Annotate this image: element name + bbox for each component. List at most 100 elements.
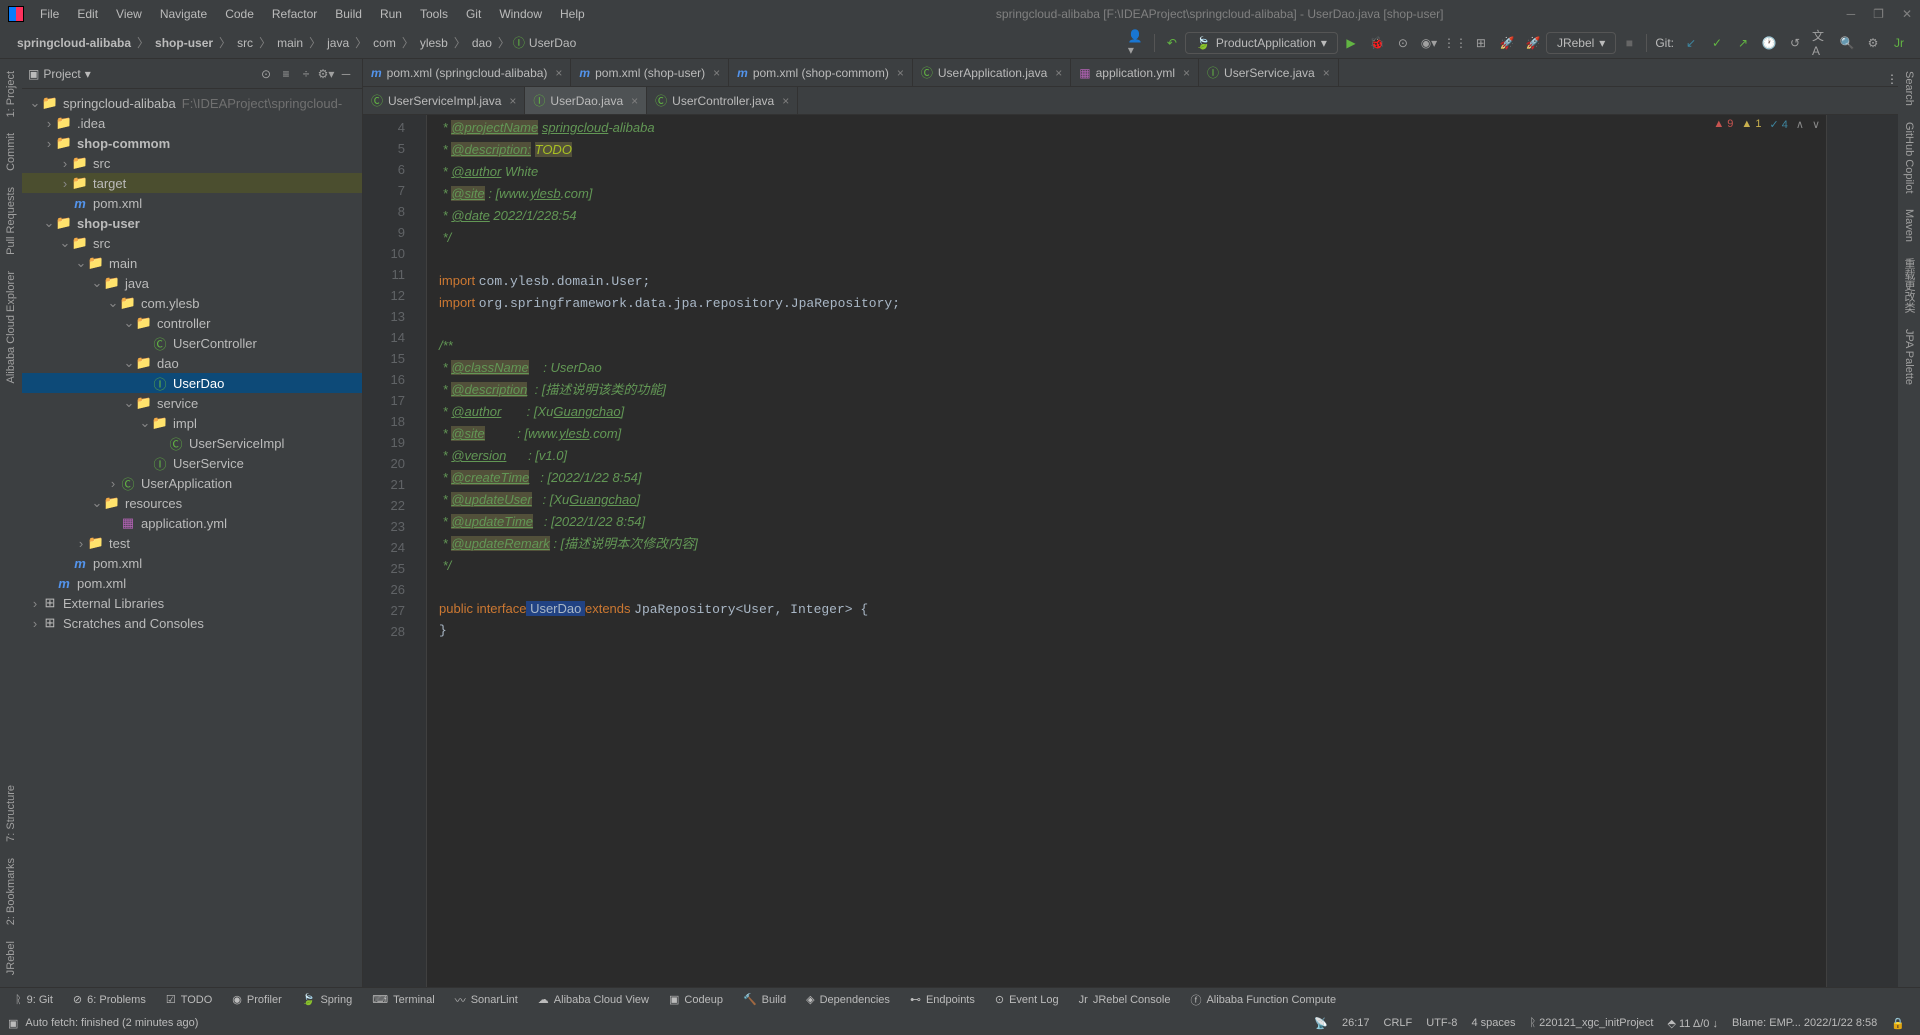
editor-tab[interactable]: ▦application.yml× <box>1071 59 1199 86</box>
warning-count[interactable]: ▲ 1 <box>1741 118 1761 131</box>
btab-cloud[interactable]: ☁ Alibaba Cloud View <box>531 993 656 1006</box>
btab-spring[interactable]: 🍃 Spring <box>295 993 360 1006</box>
breadcrumb[interactable]: ylesb <box>417 36 451 50</box>
tree-node[interactable]: ⌄📁shop-user <box>22 213 362 233</box>
tree-node[interactable]: ⒾUserDao <box>22 373 362 393</box>
tab-close-icon[interactable]: × <box>782 94 789 108</box>
tree-node[interactable]: ›⊞External Libraries <box>22 593 362 613</box>
breadcrumb-current[interactable]: ⒾUserDao <box>513 34 576 51</box>
tree-node[interactable]: ›⊞Scratches and Consoles <box>22 613 362 633</box>
prev-highlight-icon[interactable]: ∧ <box>1796 118 1804 131</box>
editor-tab[interactable]: ⒾUserService.java× <box>1199 59 1339 86</box>
btab-profiler[interactable]: ◉ Profiler <box>225 993 288 1006</box>
status-icon[interactable]: ▣ <box>8 1017 18 1030</box>
tree-node[interactable]: mpom.xml <box>22 553 362 573</box>
side-tab-reload[interactable]: 重载更改类 <box>1899 250 1919 321</box>
breadcrumb[interactable]: java <box>324 36 352 50</box>
tab-close-icon[interactable]: × <box>555 66 562 80</box>
side-tab-commit[interactable]: Commit <box>3 125 19 179</box>
breadcrumb[interactable]: main <box>274 36 306 50</box>
side-tab-structure[interactable]: 7: Structure <box>3 777 19 850</box>
back-icon[interactable]: ↶ <box>1163 34 1181 52</box>
status-lock-icon[interactable]: 🔒 <box>1884 1017 1912 1030</box>
editor-tab[interactable]: ⒸUserApplication.java× <box>913 59 1071 86</box>
menu-edit[interactable]: Edit <box>69 5 106 23</box>
tree-node[interactable]: ⌄📁src <box>22 233 362 253</box>
btab-aliyun-fc[interactable]: ⓕ Alibaba Function Compute <box>1183 992 1343 1008</box>
editor-tab[interactable]: ⒸUserController.java× <box>647 87 798 114</box>
minimize-icon[interactable]: ─ <box>1847 7 1856 21</box>
tab-close-icon[interactable]: × <box>1055 66 1062 80</box>
side-tab-jrebel[interactable]: JRebel <box>3 933 19 983</box>
jrebel-debug-icon[interactable]: 🚀 <box>1524 34 1542 52</box>
jrebel-icon[interactable]: Jr <box>1890 34 1908 52</box>
git-update-icon[interactable]: ↙ <box>1682 34 1700 52</box>
editor-tab[interactable]: ⒾUserDao.java× <box>525 87 647 114</box>
attach-icon[interactable]: ⋮⋮ <box>1446 34 1464 52</box>
editor-tab[interactable]: mpom.xml (springcloud-alibaba)× <box>363 59 571 86</box>
status-indent[interactable]: 4 spaces <box>1464 1017 1522 1029</box>
tab-close-icon[interactable]: × <box>897 66 904 80</box>
git-rollback-icon[interactable]: ↺ <box>1786 34 1804 52</box>
status-rss-icon[interactable]: 📡 <box>1307 1017 1335 1030</box>
tree-node[interactable]: ⌄📁service <box>22 393 362 413</box>
status-encoding[interactable]: UTF-8 <box>1419 1017 1464 1029</box>
btab-eventlog[interactable]: ⊙ Event Log <box>988 993 1066 1006</box>
breadcrumb[interactable]: dao <box>469 36 495 50</box>
editor-tab[interactable]: mpom.xml (shop-commom)× <box>729 59 913 86</box>
btab-sonar[interactable]: 〰 SonarLint <box>448 992 525 1008</box>
settings-icon[interactable]: ⚙ <box>1864 34 1882 52</box>
menu-help[interactable]: Help <box>552 5 593 23</box>
project-tree[interactable]: ⌄📁springcloud-alibabaF:\IDEAProject\spri… <box>22 89 362 987</box>
git-commit-icon[interactable]: ✓ <box>1708 34 1726 52</box>
tree-node[interactable]: ▦application.yml <box>22 513 362 533</box>
close-icon[interactable]: ✕ <box>1902 7 1912 21</box>
btab-problems[interactable]: ⊘ 6: Problems <box>66 993 153 1006</box>
tree-node[interactable]: ⌄📁com.ylesb <box>22 293 362 313</box>
select-opened-icon[interactable]: ⊙ <box>256 64 276 84</box>
menu-tools[interactable]: Tools <box>412 5 456 23</box>
menu-refactor[interactable]: Refactor <box>264 5 325 23</box>
status-blame[interactable]: Blame: EMP... 2022/1/22 8:58 <box>1725 1017 1884 1029</box>
side-tab-jpa[interactable]: JPA Palette <box>1901 321 1917 393</box>
tab-close-icon[interactable]: × <box>631 94 638 108</box>
tree-node[interactable]: ⌄📁dao <box>22 353 362 373</box>
tabs-more-icon[interactable]: ⋮ <box>1886 72 1898 86</box>
code-editor[interactable]: * @projectName springcloud-alibaba * @de… <box>427 115 1826 987</box>
tree-node[interactable]: ›ⒸUserApplication <box>22 473 362 493</box>
breadcrumb[interactable]: shop-user <box>152 36 216 50</box>
btab-build[interactable]: 🔨 Build <box>736 993 793 1006</box>
tab-close-icon[interactable]: × <box>1183 66 1190 80</box>
side-tab-search[interactable]: Search <box>1901 63 1917 114</box>
menu-build[interactable]: Build <box>327 5 370 23</box>
tree-node[interactable]: ›📁src <box>22 153 362 173</box>
coverage-icon[interactable]: ⊙ <box>1394 34 1412 52</box>
tab-close-icon[interactable]: × <box>1323 66 1330 80</box>
tree-node[interactable]: ⒾUserService <box>22 453 362 473</box>
settings-icon[interactable]: ⚙▾ <box>316 64 336 84</box>
side-tab-copilot[interactable]: GitHub Copilot <box>1901 114 1917 202</box>
tree-node[interactable]: ⌄📁main <box>22 253 362 273</box>
breadcrumb[interactable]: com <box>370 36 399 50</box>
btab-jrebel-console[interactable]: Jr JRebel Console <box>1072 994 1178 1006</box>
side-tab-bookmarks[interactable]: 2: Bookmarks <box>3 850 19 933</box>
search-icon[interactable]: 🔍 <box>1838 34 1856 52</box>
tree-node[interactable]: ⌄📁java <box>22 273 362 293</box>
btab-deps[interactable]: ◈ Dependencies <box>799 993 897 1006</box>
jrebel-dropdown[interactable]: JRebel▾ <box>1546 32 1616 54</box>
tree-node[interactable]: ⌄📁controller <box>22 313 362 333</box>
add-config-icon[interactable]: 👤▾ <box>1128 34 1146 52</box>
maximize-icon[interactable]: ❐ <box>1873 7 1884 21</box>
editor-tab[interactable]: ⒸUserServiceImpl.java× <box>363 87 525 114</box>
btab-todo[interactable]: ☑ TODO <box>159 993 219 1006</box>
inspections-widget[interactable]: ▲ 9 ▲ 1 ✓ 4 ∧ ∨ <box>1713 118 1820 131</box>
tree-node[interactable]: mpom.xml <box>22 193 362 213</box>
menu-window[interactable]: Window <box>491 5 550 23</box>
tree-node[interactable]: mpom.xml <box>22 573 362 593</box>
btab-git[interactable]: ᚱ 9: Git <box>8 994 60 1006</box>
git-history-icon[interactable]: 🕐 <box>1760 34 1778 52</box>
project-panel-title[interactable]: ▣ Project ▾ <box>28 67 256 81</box>
next-highlight-icon[interactable]: ∨ <box>1812 118 1820 131</box>
tree-node[interactable]: ›📁shop-commom <box>22 133 362 153</box>
expand-all-icon[interactable]: ≡ <box>276 64 296 84</box>
